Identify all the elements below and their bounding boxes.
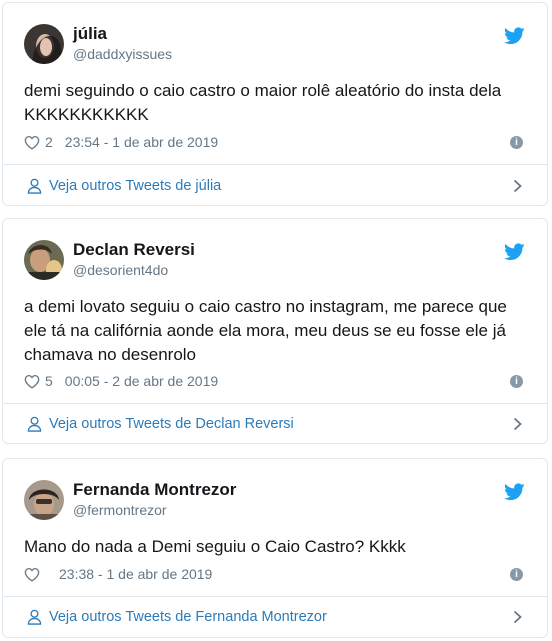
user-handle[interactable]: @daddxyissues	[73, 45, 172, 63]
twitter-bird-icon[interactable]	[504, 243, 525, 261]
avatar[interactable]	[24, 240, 64, 280]
chevron-right-icon[interactable]	[513, 179, 522, 193]
twitter-bird-icon[interactable]	[504, 27, 525, 45]
tweet-meta: 5 00:05 - 2 de abr de 2019	[24, 372, 218, 390]
more-tweets-label[interactable]: Veja outros Tweets de Fernanda Montrezor	[49, 609, 327, 625]
chevron-right-icon[interactable]	[513, 610, 522, 624]
tweet-text: Mano do nada a Demi seguiu o Caio Castro…	[24, 537, 406, 556]
display-name[interactable]: Declan Reversi	[73, 240, 195, 260]
user-handle[interactable]: @desorient4do	[73, 261, 168, 279]
avatar[interactable]	[24, 480, 64, 520]
tweet-card: júlia @daddxyissues demi seguindo o caio…	[2, 2, 548, 206]
tweet-card: Fernanda Montrezor @fermontrezor Mano do…	[2, 458, 548, 638]
user-handle[interactable]: @fermontrezor	[73, 501, 167, 519]
like-count: 2	[45, 134, 53, 150]
person-icon	[27, 416, 42, 432]
more-tweets-link[interactable]: Veja outros Tweets de Declan Reversi	[3, 403, 547, 445]
tweet-meta: 23:38 - 1 de abr de 2019	[24, 565, 212, 583]
info-icon[interactable]: i	[510, 375, 523, 388]
more-tweets-link[interactable]: Veja outros Tweets de Fernanda Montrezor	[3, 596, 547, 638]
more-tweets-label[interactable]: Veja outros Tweets de Declan Reversi	[49, 416, 294, 432]
timestamp[interactable]: 23:38 - 1 de abr de 2019	[59, 565, 212, 583]
person-icon	[27, 178, 42, 194]
heart-icon[interactable]	[24, 374, 40, 389]
display-name[interactable]: júlia	[73, 24, 107, 44]
display-name[interactable]: Fernanda Montrezor	[73, 480, 236, 500]
chevron-right-icon[interactable]	[513, 417, 522, 431]
timestamp[interactable]: 23:54 - 1 de abr de 2019	[65, 133, 218, 151]
info-icon[interactable]: i	[510, 136, 523, 149]
timestamp[interactable]: 00:05 - 2 de abr de 2019	[65, 372, 218, 390]
heart-icon[interactable]	[24, 135, 40, 150]
twitter-bird-icon[interactable]	[504, 483, 525, 501]
more-tweets-label[interactable]: Veja outros Tweets de júlia	[49, 178, 221, 194]
tweet-text: demi seguindo o caio castro o maior rolê…	[24, 81, 502, 124]
tweet-meta: 2 23:54 - 1 de abr de 2019	[24, 133, 218, 151]
avatar[interactable]	[24, 24, 64, 64]
tweet-text: a demi lovato seguiu o caio castro no in…	[24, 297, 507, 364]
heart-icon[interactable]	[24, 567, 40, 582]
person-icon	[27, 609, 42, 625]
info-icon[interactable]: i	[510, 568, 523, 581]
tweet-card: Declan Reversi @desorient4do a demi lova…	[2, 218, 548, 444]
more-tweets-link[interactable]: Veja outros Tweets de júlia	[3, 165, 547, 207]
like-count: 5	[45, 373, 53, 389]
